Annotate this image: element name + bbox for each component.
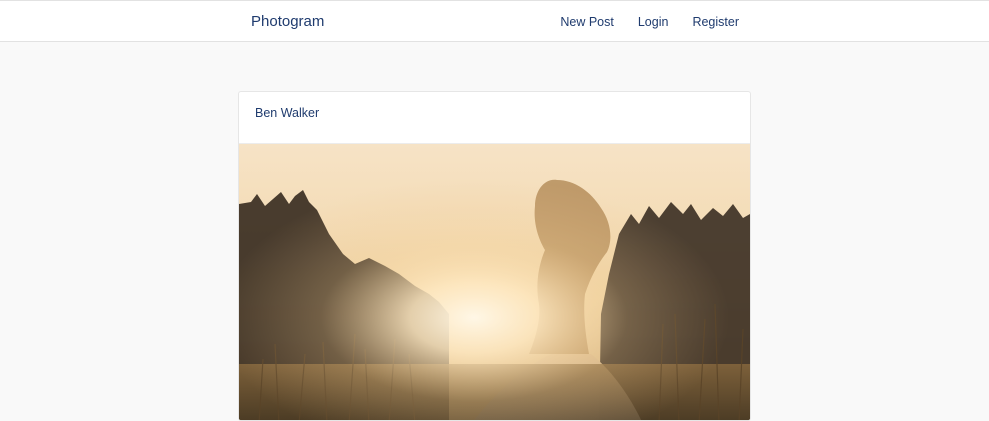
top-navbar: Photogram New Post Login Register	[0, 0, 989, 42]
brand-logo-link[interactable]: Photogram	[251, 12, 324, 32]
nav-new-post-link[interactable]: New Post	[560, 13, 614, 31]
post-author-link[interactable]: Ben Walker	[255, 106, 319, 120]
post-card-header: Ben Walker	[239, 92, 750, 144]
nav-register-link[interactable]: Register	[692, 13, 739, 31]
post-photo-image	[239, 144, 750, 420]
post-photo[interactable]	[239, 144, 750, 420]
nav-login-link[interactable]: Login	[638, 13, 669, 31]
nav-links: New Post Login Register	[560, 13, 739, 31]
post-card: Ben Walker	[238, 91, 751, 421]
